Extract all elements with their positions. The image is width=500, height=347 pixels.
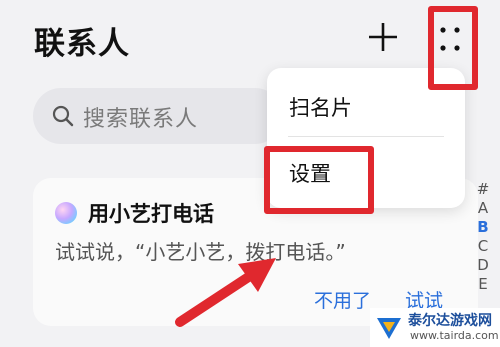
watermark-logo-icon [377, 318, 401, 339]
search-bar[interactable]: 搜索联系人 [33, 88, 283, 144]
highlight-box-more [428, 6, 478, 90]
index-letter[interactable]: # [477, 180, 490, 199]
menu-item-scan-card[interactable]: 扫名片 [289, 92, 352, 122]
site-watermark: 泰尔达游戏网 www.tairda.com [370, 308, 500, 347]
index-letter[interactable]: A [478, 199, 488, 218]
menu-divider [288, 136, 444, 137]
index-letter-active[interactable]: B [477, 218, 488, 237]
index-letter[interactable]: E [478, 275, 487, 294]
index-letter[interactable]: C [478, 237, 488, 256]
xiaoyi-icon [55, 202, 77, 224]
watermark-name: 泰尔达游戏网 [408, 313, 492, 329]
index-letter[interactable]: D [477, 256, 489, 275]
card-title: 用小艺打电话 [88, 202, 214, 226]
plus-icon[interactable] [366, 20, 400, 54]
red-arrow-icon [175, 258, 276, 327]
search-icon [52, 105, 74, 127]
watermark-url: www.tairda.com [410, 329, 499, 342]
highlight-box-settings [264, 146, 374, 214]
search-placeholder: 搜索联系人 [83, 107, 199, 132]
alphabet-index-bar[interactable]: # A B C D E [474, 180, 492, 294]
page-title: 联系人 [34, 26, 130, 62]
dismiss-button[interactable]: 不用了 [314, 286, 371, 313]
